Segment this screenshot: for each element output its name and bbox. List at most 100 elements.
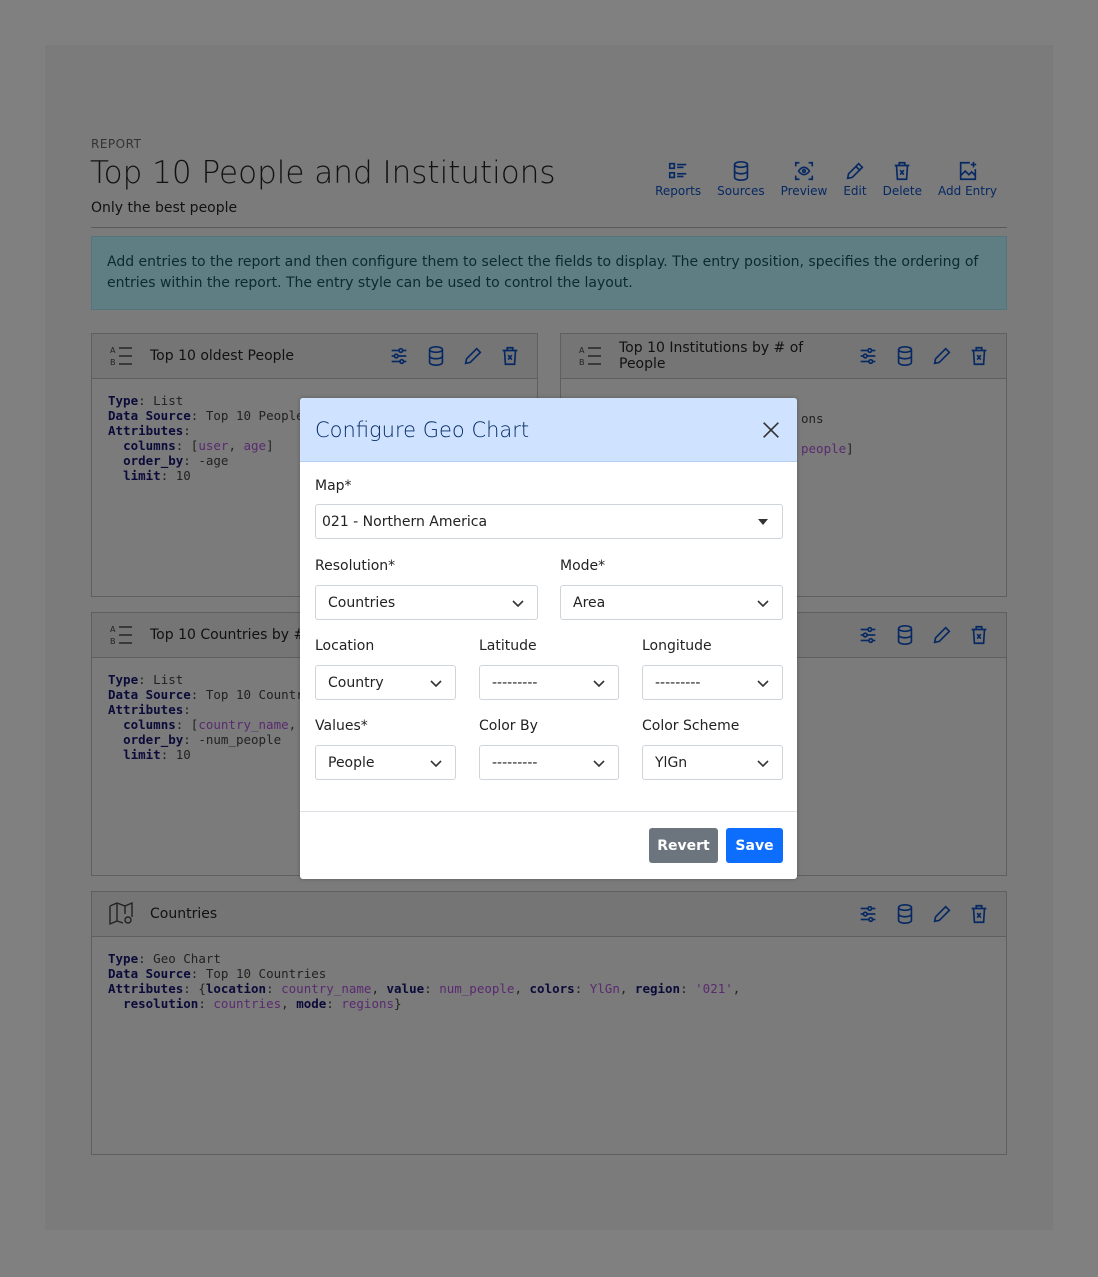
pencil-icon[interactable] [931,345,953,367]
trash-icon[interactable] [968,624,990,646]
pencil-icon[interactable] [462,345,484,367]
card-header: AB Top 10 Institutions by # of People [561,334,1006,379]
mode-label: Mode* [560,558,606,574]
reports-label: Reports [655,184,702,198]
save-button[interactable]: Save [726,828,783,863]
location-value: Country [328,674,384,691]
sources-button[interactable]: Sources [709,160,772,198]
pencil-icon[interactable] [931,903,953,925]
latitude-value: --------- [492,674,538,691]
card-header: AB Top 10 oldest People [92,334,537,379]
longitude-value: --------- [655,674,701,691]
trash-icon[interactable] [499,345,521,367]
chevron-down-icon [430,759,442,767]
values-select[interactable]: People [315,745,456,780]
resolution-select[interactable]: Countries [315,585,538,620]
map-select[interactable]: 021 - Northern America [315,504,783,539]
card-title: Countries [150,906,218,922]
map-type-icon [109,901,133,926]
page-title: Top 10 People and Institutions [90,155,556,191]
color-by-label: Color By [479,718,538,734]
chevron-down-icon [757,679,769,687]
pencil-icon[interactable] [931,624,953,646]
color-scheme-value: YlGn [655,754,688,771]
edit-label: Edit [843,184,867,198]
latitude-select[interactable]: --------- [479,665,619,700]
edit-button[interactable]: Edit [835,160,874,198]
delete-button[interactable]: Delete [875,160,930,198]
database-icon[interactable] [894,903,916,925]
pencil-icon [846,162,864,180]
settings-sliders-icon[interactable] [857,903,879,925]
chevron-down-icon [593,679,605,687]
mode-select[interactable]: Area [560,585,783,620]
card-title: Top 10 Institutions by # of People [619,340,804,372]
location-select[interactable]: Country [315,665,456,700]
longitude-select[interactable]: --------- [642,665,783,700]
modal-footer: Revert Save [300,811,797,879]
map-label: Map* [315,478,352,494]
add-image-icon [959,161,976,181]
modal-title: Configure Geo Chart [315,417,530,442]
entry-card-countries-geo: Countries Type: Geo Chart Data Source: T… [91,891,1007,1155]
list-type-icon: AB [110,346,132,367]
list-type-icon: AB [579,346,601,367]
location-label: Location [315,638,375,654]
map-value: 021 - Northern America [322,513,488,530]
preview-label: Preview [780,184,828,198]
reports-button[interactable]: Reports [647,160,709,198]
add-entry-label: Add Entry [938,184,997,198]
latitude-label: Latitude [479,638,537,654]
settings-sliders-icon[interactable] [857,624,879,646]
values-label: Values* [315,718,368,734]
color-scheme-select[interactable]: YlGn [642,745,783,780]
svg-text:A: A [110,346,116,355]
chevron-down-icon [757,759,769,767]
preview-icon [794,161,814,181]
chevron-down-icon [593,759,605,767]
report-toolbar: Reports Sources Preview Edit Delete Add … [647,160,1005,198]
settings-sliders-icon[interactable] [388,345,410,367]
delete-label: Delete [882,184,923,198]
color-by-value: --------- [492,754,538,771]
configure-geo-chart-modal: Configure Geo Chart Map* 021 - Northern … [300,398,797,879]
values-value: People [328,754,375,771]
resolution-value: Countries [328,594,396,611]
page-subtitle: Only the best people [91,200,238,216]
svg-text:A: A [579,346,585,355]
caret-down-icon [758,518,768,525]
trash-icon[interactable] [968,903,990,925]
list-type-icon: AB [110,625,132,646]
report-kicker: REPORT [91,137,142,151]
longitude-label: Longitude [642,638,712,654]
database-icon[interactable] [894,345,916,367]
preview-button[interactable]: Preview [773,160,836,198]
color-scheme-label: Color Scheme [642,718,740,734]
trash-icon [894,161,910,181]
info-alert: Add entries to the report and then confi… [91,236,1007,310]
color-by-select[interactable]: --------- [479,745,619,780]
chevron-down-icon [757,599,769,607]
database-icon [733,161,749,181]
card-header: Countries [92,892,1006,937]
chevron-down-icon [512,599,524,607]
database-icon[interactable] [894,624,916,646]
svg-text:B: B [110,358,116,367]
trash-icon[interactable] [968,345,990,367]
add-entry-button[interactable]: Add Entry [930,160,1005,198]
card-title: Top 10 oldest People [150,348,295,364]
header-divider [91,227,1007,228]
resolution-label: Resolution* [315,558,396,574]
chevron-down-icon [430,679,442,687]
svg-text:A: A [110,625,116,634]
sources-label: Sources [717,184,765,198]
list-icon [669,162,687,179]
mode-value: Area [573,594,606,611]
card-config: Type: Geo Chart Data Source: Top 10 Coun… [108,951,741,1011]
database-icon[interactable] [425,345,447,367]
revert-button[interactable]: Revert [649,828,718,863]
svg-text:B: B [110,637,116,646]
close-icon[interactable] [760,419,782,441]
settings-sliders-icon[interactable] [857,345,879,367]
modal-header: Configure Geo Chart [300,398,797,462]
